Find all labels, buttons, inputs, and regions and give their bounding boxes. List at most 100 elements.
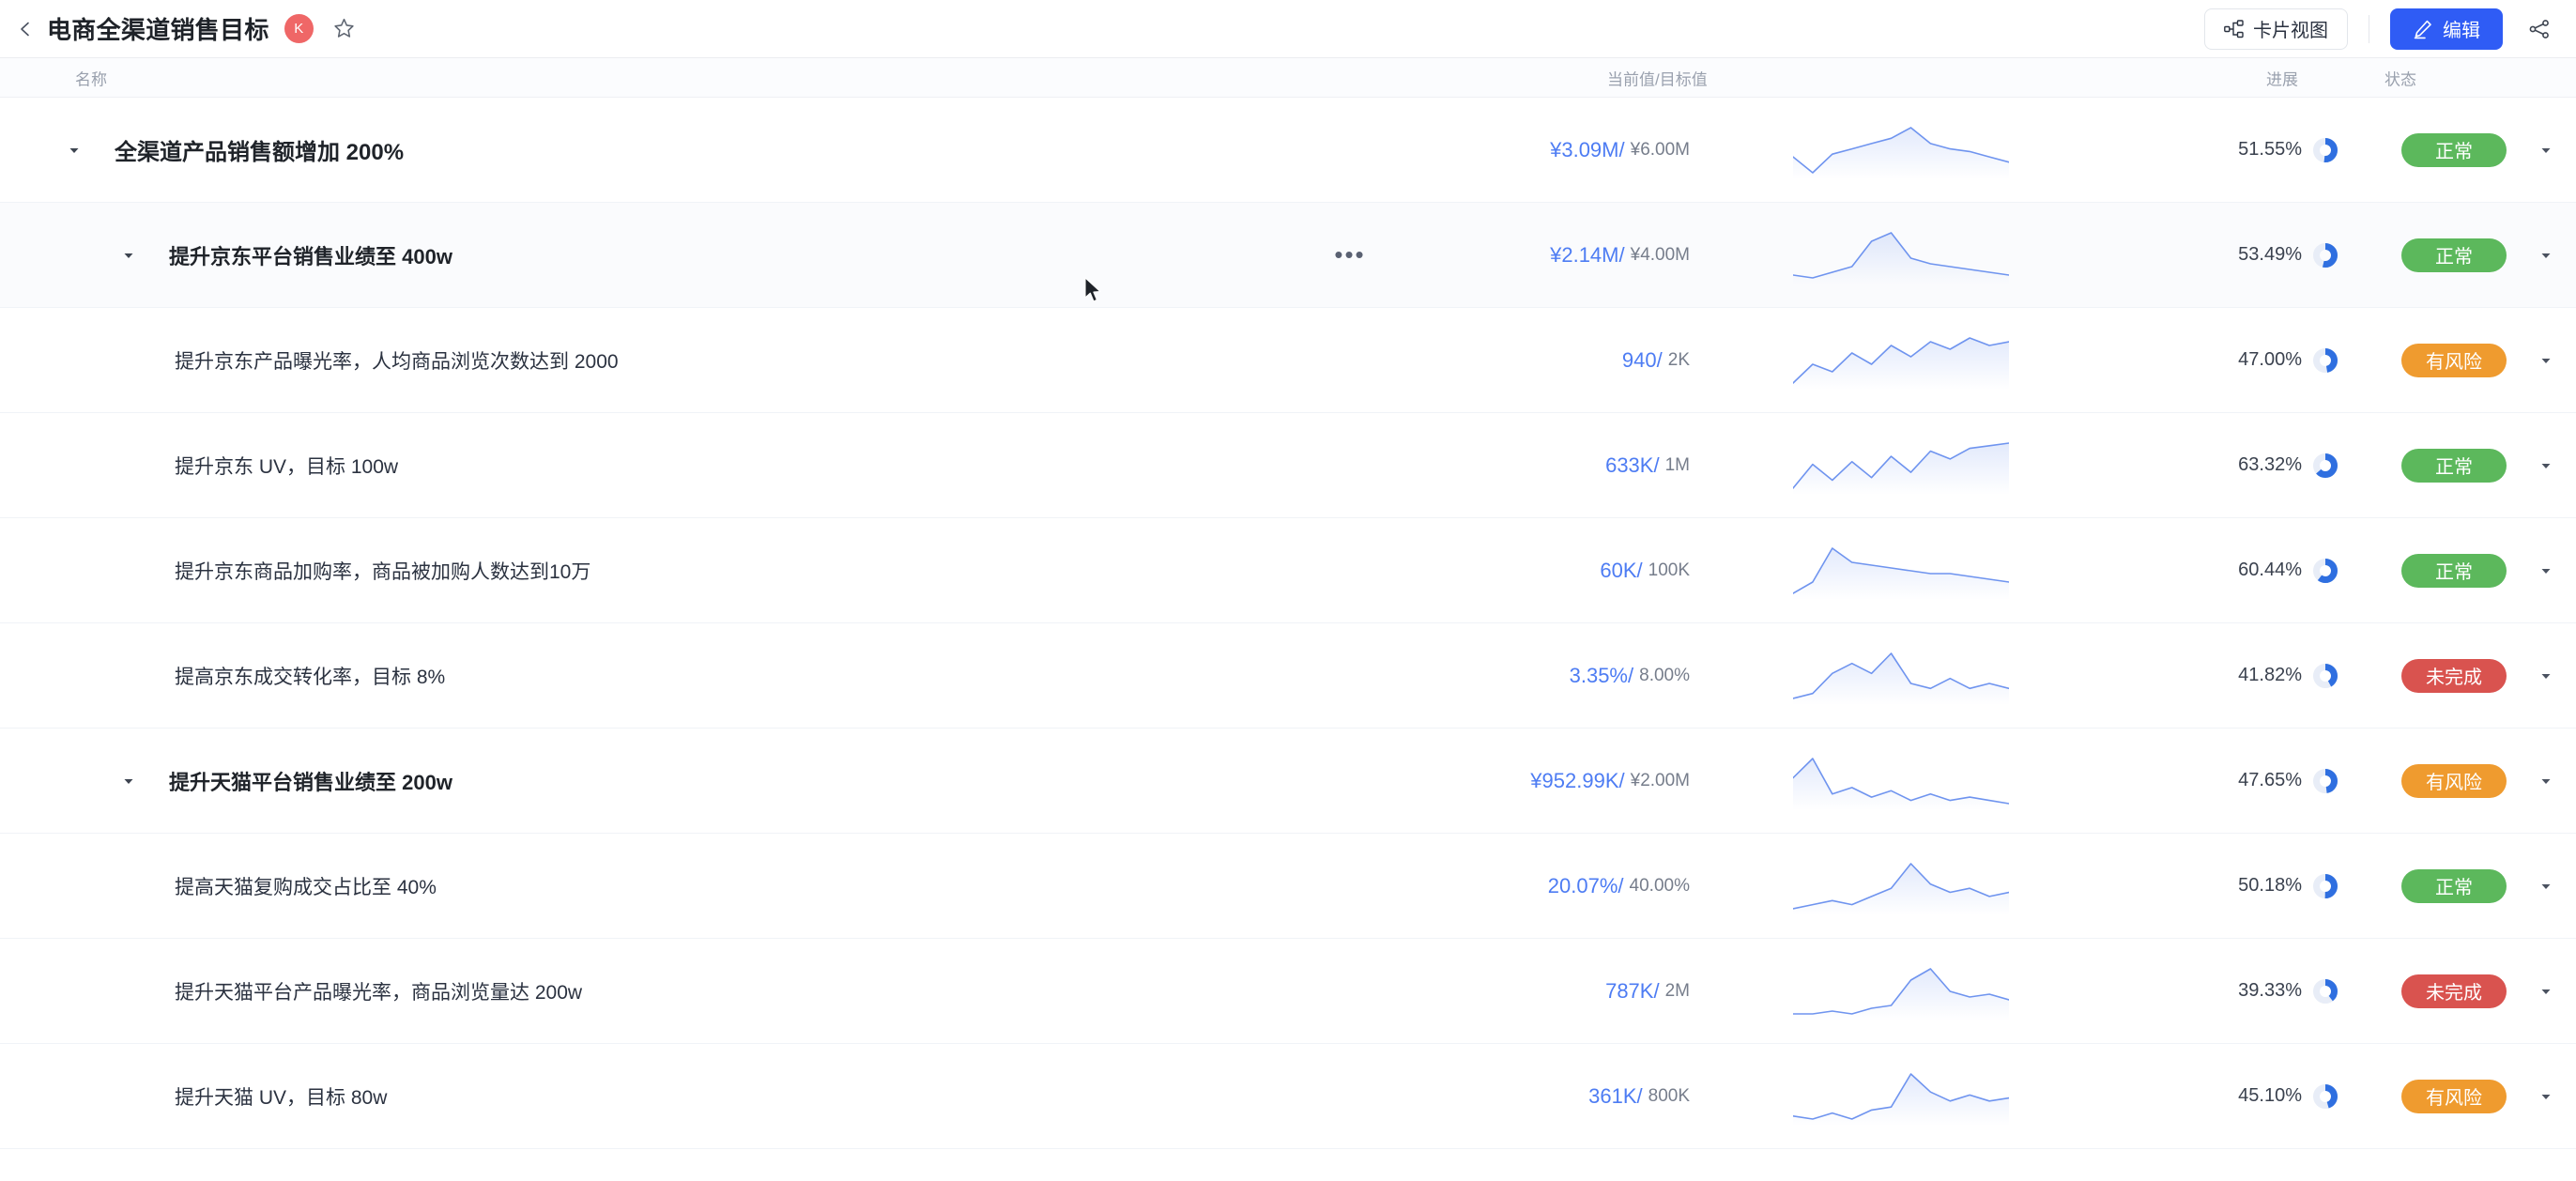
column-header-progress: 进展	[2266, 70, 2298, 88]
row-progress-cell: 63.32%	[2187, 413, 2338, 517]
avatar[interactable]: K	[284, 14, 314, 43]
row-progress-cell: 39.33%	[2187, 939, 2338, 1043]
row-name-cell: 提升天猫平台销售业绩至 200w	[116, 729, 452, 833]
row-name-cell: 提升京东 UV，目标 100w	[175, 413, 398, 517]
table-row[interactable]: 提升天猫平台产品曝光率，商品浏览量达 200w 787K/2M 39.33% 未完成	[0, 939, 2576, 1044]
progress-donut-icon	[2313, 768, 2338, 793]
row-progress-cell: 41.82%	[2187, 623, 2338, 728]
row-name-label: 提升天猫 UV，目标 80w	[175, 1086, 388, 1109]
row-current-value: 787K	[1605, 978, 1654, 1003]
row-name-cell: 全渠道产品销售额增加 200%	[62, 98, 404, 202]
row-current-value: ¥952.99K	[1530, 768, 1619, 792]
value-separator: /	[1653, 452, 1660, 477]
row-trend-sparkline	[1784, 98, 2018, 202]
sitemap-icon	[2224, 19, 2244, 38]
row-target-value: 40.00%	[1629, 875, 1690, 896]
status-badge[interactable]: 正常	[2401, 868, 2507, 903]
row-current-value: 940	[1621, 347, 1657, 372]
status-badge[interactable]: 有风险	[2401, 1079, 2507, 1113]
row-trend-sparkline	[1784, 1044, 2018, 1148]
row-name-label: 提升天猫平台销售业绩至 200w	[169, 770, 452, 794]
table-column-header: 名称 当前值/目标值 进展 状态	[0, 58, 2576, 98]
row-name-label: 提升京东商品加购率，商品被加购人数达到10万	[175, 560, 591, 583]
progress-donut-icon	[2313, 663, 2338, 688]
row-trend-sparkline	[1784, 518, 2018, 622]
table-row[interactable]: 提升天猫 UV，目标 80w 361K/800K 45.10% 有风险	[0, 1044, 2576, 1149]
table-row[interactable]: 提高京东成交转化率，目标 8% 3.35%/8.00% 41.82% 未完成	[0, 623, 2576, 729]
status-badge[interactable]: 未完成	[2401, 974, 2507, 1008]
status-badge[interactable]: 有风险	[2401, 763, 2507, 798]
row-value-cell: 3.35%/8.00%	[1333, 623, 1699, 728]
row-current-value: 60K	[1600, 558, 1637, 582]
status-badge[interactable]: 有风险	[2401, 343, 2507, 377]
table-row[interactable]: 提升天猫平台销售业绩至 200w ¥952.99K / ¥2.00M 47.65% 有风险	[0, 729, 2576, 834]
row-progress-percent: 50.18%	[2238, 875, 2302, 896]
card-view-button[interactable]: 卡片视图	[2204, 8, 2348, 50]
row-expand-toggle[interactable]	[116, 243, 141, 268]
row-status-dropdown-button[interactable]	[2529, 308, 2563, 412]
row-trend-sparkline	[1784, 413, 2018, 517]
status-badge[interactable]: 正常	[2401, 553, 2507, 588]
share-button[interactable]	[2523, 13, 2555, 45]
row-status-dropdown-button[interactable]	[2529, 623, 2563, 728]
row-expand-toggle[interactable]	[62, 138, 86, 162]
progress-donut-icon	[2313, 873, 2338, 898]
row-trend-sparkline	[1784, 623, 2018, 728]
table-row[interactable]: 提升京东商品加购率，商品被加购人数达到10万 60K/100K 60.44% 正常	[0, 518, 2576, 623]
status-badge[interactable]: 正常	[2401, 448, 2507, 483]
status-badge[interactable]: 正常	[2401, 132, 2507, 167]
row-status-cell: 有风险	[2384, 1044, 2523, 1148]
row-progress-percent: 41.82%	[2238, 665, 2302, 685]
table-row[interactable]: 提高天猫复购成交占比至 40% 20.07%/40.00% 50.18% 正常	[0, 834, 2576, 939]
pencil-icon	[2414, 20, 2431, 38]
row-current-value: 361K	[1588, 1083, 1637, 1108]
row-name-label: 提高京东成交转化率，目标 8%	[175, 666, 446, 688]
row-target-value: 2M	[1664, 980, 1690, 1001]
favorite-button[interactable]	[330, 15, 359, 43]
row-status-dropdown-button[interactable]	[2529, 834, 2563, 938]
row-target-value: 800K	[1648, 1085, 1690, 1106]
row-status-dropdown-button[interactable]	[2529, 729, 2563, 833]
column-header-name: 名称	[75, 70, 107, 88]
status-badge[interactable]: 未完成	[2401, 658, 2507, 693]
row-target-value: 2K	[1667, 349, 1690, 370]
card-view-label: 卡片视图	[2253, 21, 2328, 41]
row-status-cell: 未完成	[2384, 623, 2523, 728]
row-status-cell: 正常	[2384, 203, 2523, 307]
row-progress-percent: 53.49%	[2238, 244, 2302, 265]
row-status-dropdown-button[interactable]	[2529, 939, 2563, 1043]
row-status-cell: 正常	[2384, 834, 2523, 938]
table-row[interactable]: 提升京东平台销售业绩至 400w ••• ¥2.14M / ¥4.00M 53.49% 正常	[0, 203, 2576, 308]
row-trend-sparkline	[1784, 308, 2018, 412]
row-status-dropdown-button[interactable]	[2529, 413, 2563, 517]
row-progress-cell: 45.10%	[2187, 1044, 2338, 1148]
edit-button[interactable]: 编辑	[2390, 8, 2503, 50]
back-button[interactable]	[13, 17, 38, 41]
row-name-cell: 提升京东商品加购率，商品被加购人数达到10万	[175, 518, 590, 622]
row-name-label: 提升京东产品曝光率，人均商品浏览次数达到 2000	[175, 350, 619, 373]
progress-donut-icon	[2313, 1083, 2338, 1109]
row-status-dropdown-button[interactable]	[2529, 518, 2563, 622]
table-row[interactable]: 全渠道产品销售额增加 200% ¥3.09M / ¥6.00M 51.55% 正常	[0, 98, 2576, 203]
chevron-left-icon	[21, 22, 29, 36]
row-current-value: 3.35%	[1569, 663, 1628, 687]
page-title: 电商全渠道销售目标	[47, 16, 269, 44]
table-row[interactable]: 提升京东 UV，目标 100w 633K/1M 63.32% 正常	[0, 413, 2576, 518]
row-target-value: ¥4.00M	[1630, 244, 1690, 265]
value-separator: /	[1636, 1083, 1643, 1108]
row-value-cell: ¥3.09M / ¥6.00M	[1333, 98, 1699, 202]
share-icon	[2529, 19, 2549, 38]
row-name-cell: 提升天猫平台产品曝光率，商品浏览量达 200w	[175, 939, 582, 1043]
row-status-dropdown-button[interactable]	[2529, 1044, 2563, 1148]
row-target-value: ¥6.00M	[1630, 139, 1690, 160]
row-name-cell: 提升京东产品曝光率，人均商品浏览次数达到 2000	[175, 308, 619, 412]
status-badge[interactable]: 正常	[2401, 238, 2507, 272]
row-status-dropdown-button[interactable]	[2529, 98, 2563, 202]
top-bar: 电商全渠道销售目标 K 卡片视图 编辑	[0, 0, 2576, 58]
row-expand-toggle[interactable]	[116, 769, 141, 793]
table-row[interactable]: 提升京东产品曝光率，人均商品浏览次数达到 2000 940/2K 47.00% 有风险	[0, 308, 2576, 413]
edit-label: 编辑	[2443, 21, 2480, 41]
row-name-label: 全渠道产品销售额增加 200%	[115, 140, 405, 165]
row-status-dropdown-button[interactable]	[2529, 203, 2563, 307]
row-progress-cell: 60.44%	[2187, 518, 2338, 622]
